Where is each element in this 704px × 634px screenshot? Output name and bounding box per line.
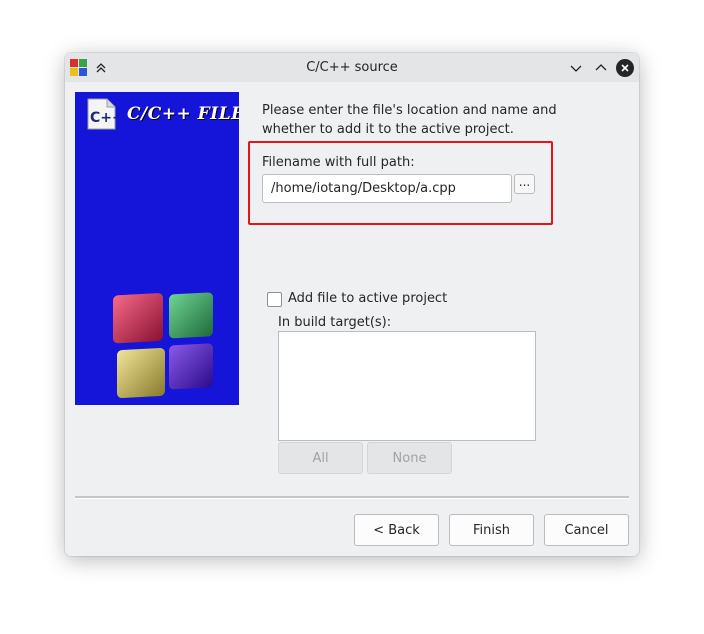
back-button[interactable]: < Back — [354, 514, 439, 546]
codeblocks-cubes-icon — [113, 292, 213, 399]
add-to-project-label[interactable]: Add file to active project — [288, 291, 447, 306]
cpp-logo-text: C++ — [90, 110, 117, 126]
browse-button[interactable]: ... — [514, 174, 535, 194]
title-bar: C/C++ source — [65, 53, 639, 82]
filename-label: Filename with full path: — [262, 155, 415, 170]
finish-button[interactable]: Finish — [449, 514, 534, 546]
minimize-icon[interactable] — [566, 58, 586, 78]
add-to-project-checkbox[interactable] — [267, 292, 282, 307]
intro-text: Please enter the file's location and nam… — [262, 103, 557, 137]
none-button: None — [367, 442, 452, 474]
window-title: C/C++ source — [306, 60, 398, 75]
cpp-file-logo-icon: C++ — [87, 98, 117, 130]
build-targets-label: In build target(s): — [278, 315, 392, 330]
footer-separator — [75, 496, 629, 499]
build-targets-list[interactable] — [278, 331, 536, 441]
wizard-banner: C++ C/C++ FILE — [75, 92, 239, 405]
cancel-button[interactable]: Cancel — [544, 514, 629, 546]
filename-input[interactable] — [262, 174, 512, 203]
all-button: All — [278, 442, 363, 474]
banner-title: C/C++ FILE — [127, 104, 239, 124]
wizard-window: C/C++ source C++ C/C++ FILE — [65, 53, 639, 556]
maximize-icon[interactable] — [591, 58, 611, 78]
close-icon[interactable] — [616, 59, 634, 77]
